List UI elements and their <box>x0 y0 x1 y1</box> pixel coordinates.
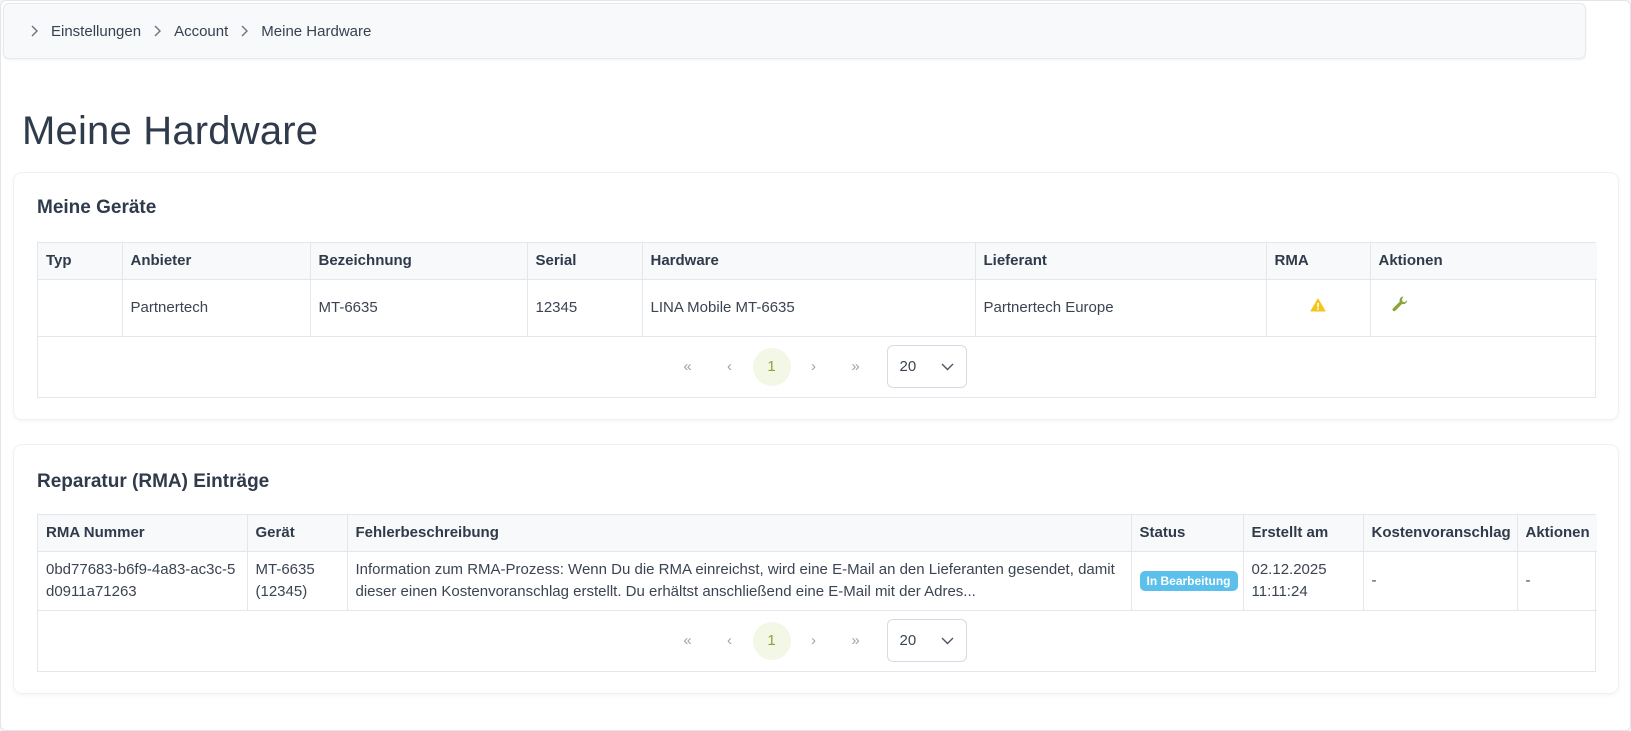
cell-bezeichnung: MT-6635 <box>310 279 528 337</box>
column-header[interactable]: Gerät <box>247 515 348 552</box>
rma-pagination: « ‹ 1 › » 20 <box>38 611 1595 671</box>
cell-serial: 12345 <box>527 279 643 337</box>
cell-lieferant: Partnertech Europe <box>975 279 1267 337</box>
cell-fehlerbeschreibung: Information zum RMA-Prozess: Wenn Du die… <box>347 551 1132 611</box>
rma-title: Reparatur (RMA) Einträge <box>37 471 270 492</box>
column-header[interactable]: Hardware <box>642 243 976 280</box>
devices-table: Typ Anbieter Bezeichnung Serial Hardware… <box>38 243 1597 337</box>
breadcrumb-item-settings[interactable]: Einstellungen <box>30 23 141 40</box>
cell-anbieter: Partnertech <box>122 279 311 337</box>
column-header[interactable]: Anbieter <box>122 243 311 280</box>
cell-geraet: MT-6635 (12345) <box>247 551 348 611</box>
table-header-row: RMA Nummer Gerät Fehlerbeschreibung Stat… <box>38 515 1597 552</box>
next-page-button[interactable]: › <box>795 622 833 660</box>
page-title: Meine Hardware <box>22 109 319 153</box>
page-size-select[interactable]: 20 <box>886 345 967 388</box>
page-button[interactable]: 1 <box>752 347 791 386</box>
cell-aktionen <box>1370 279 1597 337</box>
devices-title: Meine Geräte <box>37 197 157 218</box>
breadcrumb-item-account[interactable]: Account <box>153 23 228 40</box>
devices-table-wrap: Typ Anbieter Bezeichnung Serial Hardware… <box>37 242 1597 398</box>
devices-card: Meine Geräte Typ Anbieter Bezeichnung Se… <box>14 173 1618 419</box>
breadcrumb-item-hardware: Meine Hardware <box>240 23 371 40</box>
column-header[interactable]: Fehlerbeschreibung <box>347 515 1132 552</box>
rma-card: Reparatur (RMA) Einträge RMA Nummer Gerä… <box>14 445 1618 693</box>
rma-table: RMA Nummer Gerät Fehlerbeschreibung Stat… <box>38 515 1597 611</box>
rma-table-wrap: RMA Nummer Gerät Fehlerbeschreibung Stat… <box>37 514 1597 672</box>
table-row[interactable]: Partnertech MT-6635 12345 LINA Mobile MT… <box>38 279 1597 337</box>
breadcrumb: Einstellungen Account Meine Hardware <box>3 3 1586 59</box>
cell-kostenvoranschlag: - <box>1363 551 1518 611</box>
first-page-button[interactable]: « <box>669 622 707 660</box>
next-page-button[interactable]: › <box>795 348 833 386</box>
cell-typ <box>38 279 123 337</box>
breadcrumb-label: Meine Hardware <box>261 22 372 40</box>
column-header[interactable]: Kostenvoranschlag <box>1363 515 1518 552</box>
breadcrumb-label[interactable]: Einstellungen <box>51 23 141 40</box>
column-header[interactable]: Serial <box>527 243 643 280</box>
table-row[interactable]: 0bd77683-b6f9-4a83-ac3c-5d0911a71263 MT-… <box>38 551 1597 611</box>
cell-status: In Bearbeitung <box>1131 551 1244 611</box>
wrench-icon[interactable] <box>1391 295 1409 320</box>
devices-pagination: « ‹ 1 › » 20 <box>38 337 1595 397</box>
cell-rma-nummer: 0bd77683-b6f9-4a83-ac3c-5d0911a71263 <box>38 551 248 611</box>
column-header[interactable]: Lieferant <box>975 243 1267 280</box>
table-header-row: Typ Anbieter Bezeichnung Serial Hardware… <box>38 243 1597 280</box>
first-page-button[interactable]: « <box>669 348 707 386</box>
page-size-value: 20 <box>899 632 917 649</box>
column-header[interactable]: RMA <box>1266 243 1371 280</box>
chevron-down-icon <box>941 358 954 375</box>
status-badge: In Bearbeitung <box>1139 570 1238 591</box>
last-page-button[interactable]: » <box>837 622 875 660</box>
chevron-right-icon <box>153 24 162 38</box>
column-header[interactable]: RMA Nummer <box>38 515 248 552</box>
cell-erstellt: 02.12.2025 11:11:24 <box>1243 551 1364 611</box>
description-text: Information zum RMA-Prozess: Wenn Du die… <box>355 560 1115 600</box>
warning-icon[interactable] <box>1310 297 1326 319</box>
page-size-value: 20 <box>899 358 917 375</box>
column-header[interactable]: Bezeichnung <box>310 243 528 280</box>
last-page-button[interactable]: » <box>837 348 875 386</box>
page-size-select[interactable]: 20 <box>886 619 967 662</box>
chevron-down-icon <box>941 632 954 649</box>
cell-aktionen: - <box>1517 551 1597 611</box>
page-button[interactable]: 1 <box>752 621 791 660</box>
cell-hardware: LINA Mobile MT-6635 <box>642 279 976 337</box>
column-header[interactable]: Erstellt am <box>1243 515 1364 552</box>
breadcrumb-label[interactable]: Account <box>174 23 228 40</box>
column-header[interactable]: Status <box>1131 515 1244 552</box>
chevron-right-icon <box>240 24 249 38</box>
chevron-right-icon <box>30 24 39 38</box>
cell-rma <box>1266 279 1371 337</box>
column-header[interactable]: Aktionen <box>1517 515 1597 552</box>
column-header[interactable]: Typ <box>38 243 123 280</box>
column-header[interactable]: Aktionen <box>1370 243 1597 280</box>
prev-page-button[interactable]: ‹ <box>711 622 749 660</box>
prev-page-button[interactable]: ‹ <box>711 348 749 386</box>
app-frame: Einstellungen Account Meine Hardware Mei… <box>0 0 1631 731</box>
